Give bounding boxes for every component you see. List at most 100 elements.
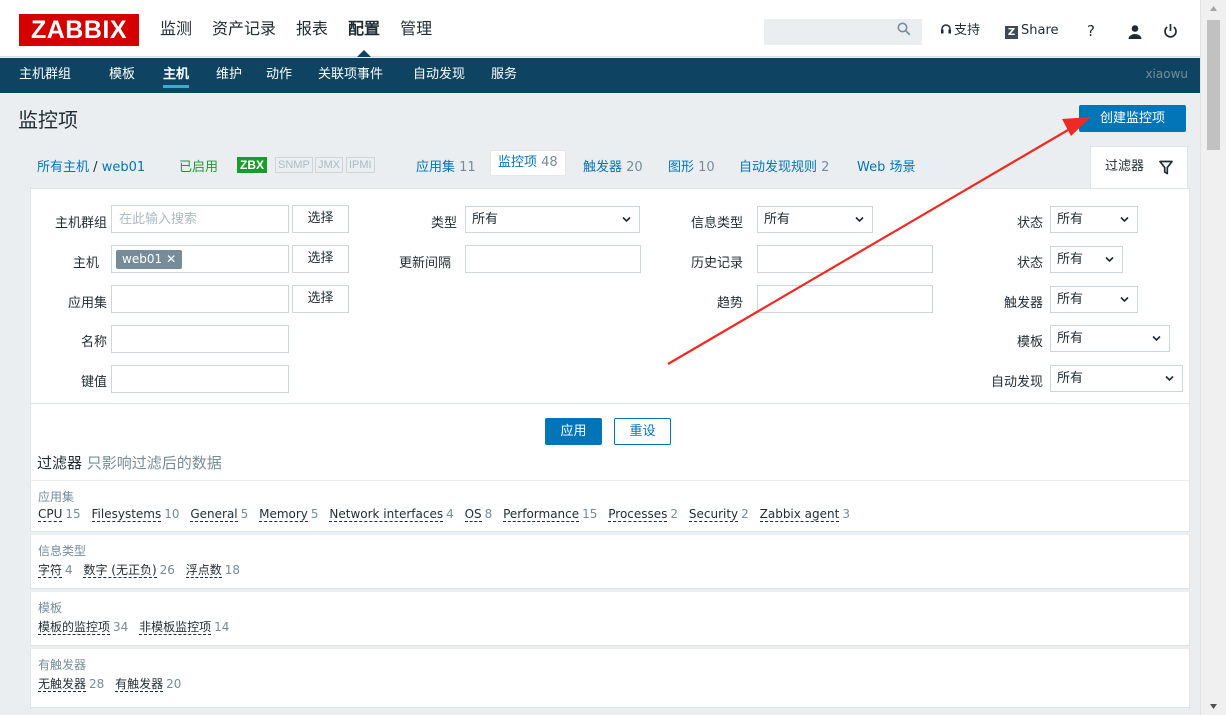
state-select-value: 所有 xyxy=(1057,212,1084,227)
subfilter-item-name[interactable]: CPU xyxy=(38,507,63,522)
history-input[interactable] xyxy=(757,245,933,273)
host-group-input[interactable] xyxy=(111,205,289,233)
main-menu-monitoring[interactable]: 监测 xyxy=(150,0,202,57)
apply-button[interactable]: 应用 xyxy=(545,418,602,445)
main-menu-inventory[interactable]: 资产记录 xyxy=(202,0,286,57)
sub-menu-correlation[interactable]: 关联项事件 xyxy=(318,58,383,91)
subfilter-item-name[interactable]: OS xyxy=(464,507,482,522)
main-menu-configuration[interactable]: 配置 xyxy=(338,0,390,57)
support-label: 支持 xyxy=(954,23,981,38)
subfilter-item[interactable]: 无触发器 28 xyxy=(38,677,104,692)
scrollbar-thumb[interactable] xyxy=(1207,20,1220,150)
zabbix-logo[interactable]: ZABBIX xyxy=(19,14,139,46)
subfilter-item[interactable]: 数字 (无正负) 26 xyxy=(83,563,175,578)
subfilter-item-name[interactable]: General xyxy=(190,507,238,522)
page-title: 监控项 xyxy=(18,108,78,132)
scroll-down-arrow-icon[interactable] xyxy=(1201,698,1226,715)
triggers-select[interactable]: 所有 xyxy=(1050,286,1138,313)
subfilter-item[interactable]: 非模板监控项 14 xyxy=(139,620,230,635)
subfilter-item-name[interactable]: Network interfaces xyxy=(329,507,444,522)
subfilter-item[interactable]: 浮点数 18 xyxy=(185,563,240,578)
discovery-select[interactable]: 所有 xyxy=(1050,365,1183,392)
subfilter-template-list: 模板的监控项 34 非模板监控项 14 xyxy=(38,618,236,635)
subfilter-item-name[interactable]: 无触发器 xyxy=(38,677,87,692)
sub-menu-templates[interactable]: 模板 xyxy=(109,58,135,91)
subfilter-item[interactable]: Processes 2 xyxy=(608,507,678,522)
subfilter-item-name[interactable]: 数字 (无正负) xyxy=(83,563,157,578)
breadcrumb-host[interactable]: web01 xyxy=(102,160,145,175)
sub-menu-actions[interactable]: 动作 xyxy=(266,58,292,91)
type-select[interactable]: 所有 xyxy=(465,206,640,233)
nav-discovery-rules[interactable]: 自动发现规则 2 xyxy=(739,156,829,175)
vertical-scrollbar[interactable] xyxy=(1200,0,1226,715)
application-select-button[interactable]: 选择 xyxy=(292,285,349,313)
name-input[interactable] xyxy=(111,325,289,353)
subfilter-item[interactable]: Security 2 xyxy=(688,507,749,522)
subfilter-item-name[interactable]: 非模板监控项 xyxy=(139,620,212,635)
subfilter-item-name[interactable]: Performance xyxy=(503,507,580,522)
subfilter-item[interactable]: 字符 4 xyxy=(38,563,73,578)
subfilter-item-name[interactable]: Filesystems xyxy=(91,507,162,522)
search-icon[interactable] xyxy=(897,22,911,36)
subfilter-item-name[interactable]: 有触发器 xyxy=(115,677,164,692)
subfilter-item[interactable]: Memory 5 xyxy=(259,507,319,522)
subfilter-item[interactable]: Zabbix agent 3 xyxy=(759,507,850,522)
nav-triggers[interactable]: 触发器 20 xyxy=(583,156,643,175)
user-profile-icon[interactable] xyxy=(1128,24,1142,40)
scroll-up-arrow-icon[interactable] xyxy=(1201,0,1226,17)
sub-menu-hosts[interactable]: 主机 xyxy=(163,58,190,91)
subfilter-item-count: 8 xyxy=(484,507,493,521)
host-group-select-button[interactable]: 选择 xyxy=(292,205,349,233)
subfilter-item-count: 5 xyxy=(240,507,249,521)
share-link[interactable]: Z Share xyxy=(1005,0,1059,62)
subfilter-item[interactable]: CPU 15 xyxy=(38,507,81,522)
main-menu-administration[interactable]: 管理 xyxy=(390,0,442,57)
subfilter-item-name[interactable]: 浮点数 xyxy=(185,563,222,578)
subfilter-item[interactable]: Filesystems 10 xyxy=(91,507,180,522)
nav-graphs[interactable]: 图形 10 xyxy=(668,156,715,175)
host-status-enabled[interactable]: 已启用 xyxy=(179,156,218,175)
triggers-label: 触发器 xyxy=(1003,296,1043,311)
nav-triggers-label: 触发器 xyxy=(583,160,623,175)
subfilter-item-name[interactable]: Security xyxy=(688,507,739,522)
subfilter-item-count: 14 xyxy=(214,620,230,634)
key-input[interactable] xyxy=(111,365,289,393)
support-link[interactable]: 支持 xyxy=(940,0,980,62)
sub-menu-host-groups[interactable]: 主机群组 xyxy=(19,58,71,91)
reset-button[interactable]: 重设 xyxy=(614,418,671,445)
trends-input[interactable] xyxy=(757,285,933,313)
nav-applications[interactable]: 应用集 11 xyxy=(416,156,476,175)
filter-tab[interactable]: 过滤器 xyxy=(1090,146,1188,188)
host-multiselect[interactable]: web01 ✕ xyxy=(111,245,289,273)
breadcrumb-all-hosts[interactable]: 所有主机 xyxy=(37,160,89,175)
nav-items[interactable]: 监控项 48 xyxy=(490,150,566,176)
main-menu-reports[interactable]: 报表 xyxy=(286,0,338,57)
subfilter-item-name[interactable]: Processes xyxy=(608,507,668,522)
status-select[interactable]: 所有 xyxy=(1050,246,1123,273)
logout-icon[interactable] xyxy=(1163,23,1178,39)
subfilter-item-name[interactable]: 字符 xyxy=(38,563,63,578)
subfilter-item[interactable]: OS 8 xyxy=(464,507,493,522)
help-icon[interactable]: ? xyxy=(1087,0,1095,62)
subfilter-item[interactable]: Network interfaces 4 xyxy=(329,507,454,522)
subfilter-item-name[interactable]: Zabbix agent xyxy=(759,507,840,522)
sub-menu-maintenance[interactable]: 维护 xyxy=(216,58,242,91)
remove-chip-icon[interactable]: ✕ xyxy=(166,252,176,266)
subfilter-item[interactable]: 模板的监控项 34 xyxy=(38,620,128,635)
subfilter-item[interactable]: Performance 15 xyxy=(503,507,597,522)
nav-web-scenarios[interactable]: Web 场景 xyxy=(857,156,915,175)
create-item-button[interactable]: 创建监控项 xyxy=(1079,105,1186,132)
info-type-select[interactable]: 所有 xyxy=(757,206,873,233)
template-select[interactable]: 所有 xyxy=(1050,325,1170,352)
subfilter-item-name[interactable]: 模板的监控项 xyxy=(38,620,111,635)
sub-menu-services[interactable]: 服务 xyxy=(491,58,517,91)
application-input[interactable] xyxy=(111,285,289,313)
update-interval-input[interactable] xyxy=(465,245,641,273)
sub-menu-discovery[interactable]: 自动发现 xyxy=(413,58,465,91)
state-select[interactable]: 所有 xyxy=(1050,206,1138,233)
nav-discovery-label: 自动发现规则 xyxy=(739,160,818,175)
subfilter-item[interactable]: General 5 xyxy=(190,507,249,522)
subfilter-item-name[interactable]: Memory xyxy=(259,507,308,522)
subfilter-item[interactable]: 有触发器 20 xyxy=(115,677,181,692)
host-select-button[interactable]: 选择 xyxy=(292,245,349,273)
